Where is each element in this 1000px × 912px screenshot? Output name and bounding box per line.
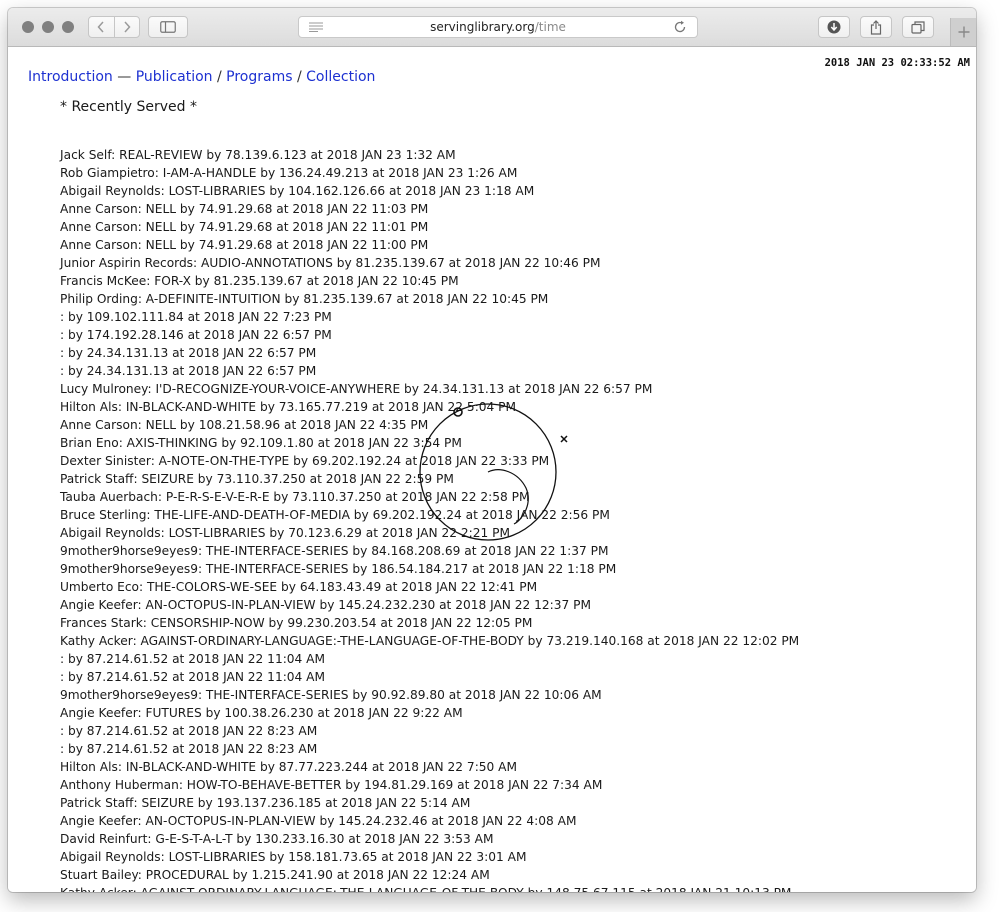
nav-link-publication[interactable]: Publication — [136, 69, 213, 85]
forward-button[interactable] — [113, 17, 140, 37]
nav-slash: / — [216, 69, 222, 85]
nav-link-introduction[interactable]: Introduction — [28, 69, 113, 85]
served-entry: : by 87.214.61.52 at 2018 JAN 22 8:23 AM — [60, 724, 318, 738]
served-entry: Stuart Bailey: PROCEDURAL by 1.215.241.9… — [60, 868, 490, 882]
nav-link-programs[interactable]: Programs — [226, 69, 292, 85]
served-entry: : by 109.102.111.84 at 2018 JAN 22 7:23 … — [60, 310, 332, 324]
back-icon — [97, 21, 104, 33]
served-entry: Bruce Sterling: THE-LIFE-AND-DEATH-OF-ME… — [60, 508, 610, 522]
sidebar-button[interactable] — [148, 16, 188, 38]
served-entry: 9mother9horse9eyes9: THE-INTERFACE-SERIE… — [60, 688, 602, 702]
url-domain: servinglibrary.org — [430, 20, 535, 34]
browser-window: servinglibrary.org/time 2018 JAN 23 02:3… — [8, 8, 976, 892]
served-entry: 9mother9horse9eyes9: THE-INTERFACE-SERIE… — [60, 562, 617, 576]
browser-toolbar: servinglibrary.org/time — [8, 8, 976, 47]
minimize-window-button[interactable] — [42, 21, 54, 33]
close-window-button[interactable] — [22, 21, 34, 33]
site-navigation: Introduction — Publication / Programs / … — [28, 69, 375, 85]
show-tabs-button[interactable] — [902, 16, 934, 38]
served-entry: Kathy Acker: AGAINST-ORDINARY-LANGUAGE:-… — [60, 634, 800, 648]
share-icon — [870, 19, 882, 35]
recently-served-heading: * Recently Served * — [60, 99, 197, 115]
served-entry: : by 87.214.61.52 at 2018 JAN 22 11:04 A… — [60, 652, 326, 666]
reader-icon[interactable] — [309, 22, 323, 32]
served-entry: Angie Keefer: FUTURES by 100.38.26.230 a… — [60, 706, 463, 720]
served-entry: Patrick Staff: SEIZURE by 193.137.236.18… — [60, 796, 471, 810]
served-entry: Umberto Eco: THE-COLORS-WE-SEE by 64.183… — [60, 580, 538, 594]
served-entry: : by 24.34.131.13 at 2018 JAN 22 6:57 PM — [60, 364, 317, 378]
served-entry: Anne Carson: NELL by 74.91.29.68 at 2018… — [60, 238, 429, 252]
url-path: /time — [534, 20, 566, 34]
served-log-list: Jack Self: REAL-REVIEW by 78.139.6.123 a… — [60, 146, 799, 892]
served-entry: : by 87.214.61.52 at 2018 JAN 22 8:23 AM — [60, 742, 318, 756]
served-entry: : by 174.192.28.146 at 2018 JAN 22 6:57 … — [60, 328, 332, 342]
history-nav — [88, 16, 140, 38]
served-entry: Jack Self: REAL-REVIEW by 78.139.6.123 a… — [60, 148, 456, 162]
served-entry: Abigail Reynolds: LOST-LIBRARIES by 158.… — [60, 850, 527, 864]
served-entry: Kathy Acker: AGAINST-ORDINARY-LANGUAGE:-… — [60, 884, 799, 892]
served-entry: Tauba Auerbach: P-E-R-S-E-V-E-R-E by 73.… — [60, 490, 530, 504]
new-tab-button[interactable] — [950, 18, 976, 46]
reload-icon[interactable] — [673, 20, 687, 34]
page-content: 2018 JAN 23 02:33:52 AM Introduction — P… — [8, 47, 976, 892]
served-entry: Hilton Als: IN-BLACK-AND-WHITE by 73.165… — [60, 400, 517, 414]
current-time: 2018 JAN 23 02:33:52 AM — [824, 57, 970, 69]
served-entry: Anne Carson: NELL by 108.21.58.96 at 201… — [60, 418, 429, 432]
served-entry: Abigail Reynolds: LOST-LIBRARIES by 70.1… — [60, 526, 510, 540]
served-entry: Angie Keefer: AN-OCTOPUS-IN-PLAN-VIEW by… — [60, 814, 577, 828]
nav-link-collection[interactable]: Collection — [306, 69, 375, 85]
sidebar-icon — [160, 21, 176, 33]
served-entry: : by 87.214.61.52 at 2018 JAN 22 11:04 A… — [60, 670, 326, 684]
served-entry: : by 24.34.131.13 at 2018 JAN 22 6:57 PM — [60, 346, 317, 360]
window-controls — [22, 21, 74, 33]
served-entry: 9mother9horse9eyes9: THE-INTERFACE-SERIE… — [60, 544, 609, 558]
nav-dash: — — [117, 69, 132, 85]
back-button[interactable] — [89, 17, 114, 37]
served-entry: Lucy Mulroney: I'D-RECOGNIZE-YOUR-VOICE-… — [60, 382, 653, 396]
share-button[interactable] — [860, 16, 892, 38]
served-entry: David Reinfurt: G-E-S-T-A-L-T by 130.233… — [60, 832, 494, 846]
served-entry: Philip Ording: A-DEFINITE-INTUITION by 8… — [60, 292, 549, 306]
zoom-window-button[interactable] — [62, 21, 74, 33]
downloads-button[interactable] — [818, 16, 850, 38]
served-entry: Hilton Als: IN-BLACK-AND-WHITE by 87.77.… — [60, 760, 518, 774]
plus-icon — [958, 26, 970, 38]
address-bar[interactable]: servinglibrary.org/time — [298, 16, 698, 38]
served-entry: Anthony Huberman: HOW-TO-BEHAVE-BETTER b… — [60, 778, 603, 792]
served-entry: Patrick Staff: SEIZURE by 73.110.37.250 … — [60, 472, 454, 486]
served-entry: Junior Aspirin Records: AUDIO-ANNOTATION… — [60, 256, 601, 270]
served-entry: Francis McKee: FOR-X by 81.235.139.67 at… — [60, 274, 459, 288]
served-entry: Angie Keefer: AN-OCTOPUS-IN-PLAN-VIEW by… — [60, 598, 592, 612]
forward-icon — [124, 21, 131, 33]
served-entry: Anne Carson: NELL by 74.91.29.68 at 2018… — [60, 202, 429, 216]
served-entry: Rob Giampietro: I-AM-A-HANDLE by 136.24.… — [60, 166, 518, 180]
served-entry: Anne Carson: NELL by 74.91.29.68 at 2018… — [60, 220, 429, 234]
served-entry: Brian Eno: AXIS-THINKING by 92.109.1.80 … — [60, 436, 462, 450]
served-entry: Dexter Sinister: A-NOTE-ON-THE-TYPE by 6… — [60, 454, 550, 468]
served-entry: Abigail Reynolds: LOST-LIBRARIES by 104.… — [60, 184, 535, 198]
download-icon — [827, 20, 841, 34]
served-entry: Frances Stark: CENSORSHIP-NOW by 99.230.… — [60, 616, 533, 630]
tabs-icon — [911, 20, 925, 34]
nav-slash: / — [296, 69, 302, 85]
